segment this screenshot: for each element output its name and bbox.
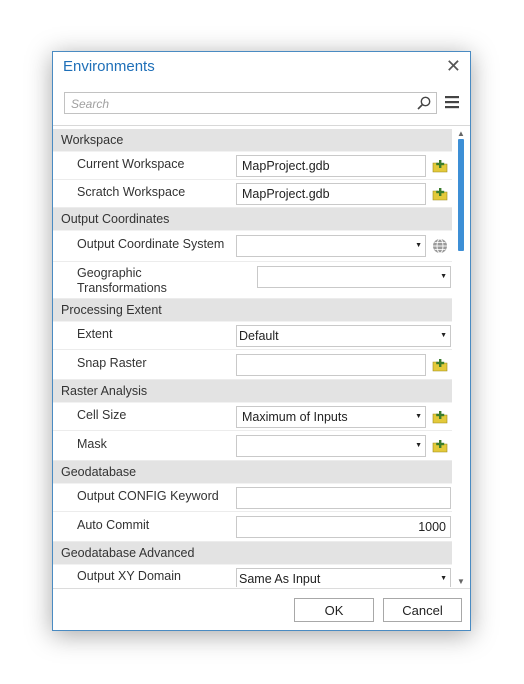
extent-dropdown[interactable]: Default ▼ bbox=[236, 325, 451, 347]
xy-domain-label: Output XY Domain bbox=[77, 569, 181, 583]
xy-domain-dropdown[interactable]: Same As Input ▼ bbox=[236, 568, 451, 587]
ok-button[interactable]: OK bbox=[294, 598, 374, 622]
current-workspace-field[interactable]: MapProject.gdb bbox=[236, 155, 426, 177]
row-extent: Extent Default ▼ bbox=[53, 322, 452, 350]
close-icon[interactable]: ✕ bbox=[446, 57, 461, 75]
snap-raster-label: Snap Raster bbox=[77, 356, 147, 370]
cell-size-value: Maximum of Inputs bbox=[242, 410, 348, 424]
row-scratch-workspace: Scratch Workspace MapProject.gdb bbox=[53, 180, 452, 208]
coordinate-system-dropdown[interactable]: ▼ bbox=[236, 235, 426, 257]
config-keyword-label: Output CONFIG Keyword bbox=[77, 489, 219, 503]
menu-icon[interactable] bbox=[445, 95, 459, 109]
row-mask: Mask ▼ bbox=[53, 431, 452, 461]
scratch-workspace-field[interactable]: MapProject.gdb bbox=[236, 183, 426, 205]
search-input[interactable] bbox=[69, 95, 413, 113]
config-keyword-field[interactable] bbox=[236, 487, 451, 509]
search-box bbox=[64, 92, 437, 114]
auto-commit-label: Auto Commit bbox=[77, 518, 150, 532]
globe-icon[interactable] bbox=[432, 238, 448, 254]
chevron-down-icon: ▼ bbox=[440, 273, 447, 280]
footer-divider bbox=[53, 588, 470, 589]
cell-size-dropdown[interactable]: Maximum of Inputs ▼ bbox=[236, 406, 426, 428]
geo-transformations-label-line1: Geographic bbox=[77, 266, 142, 280]
row-auto-commit: Auto Commit 1000 bbox=[53, 512, 452, 542]
cancel-button[interactable]: Cancel bbox=[383, 598, 462, 622]
divider bbox=[53, 125, 470, 126]
coordinate-system-label: Output Coordinate System bbox=[77, 237, 225, 251]
auto-commit-field[interactable]: 1000 bbox=[236, 516, 451, 538]
current-workspace-label: Current Workspace bbox=[77, 157, 185, 171]
scroll-up-icon[interactable]: ▲ bbox=[457, 129, 465, 138]
xy-domain-value: Same As Input bbox=[239, 572, 321, 586]
section-output-coordinates[interactable]: Output Coordinates bbox=[53, 208, 452, 231]
extent-value: Default bbox=[239, 329, 279, 343]
extent-label: Extent bbox=[77, 327, 113, 341]
scroll-down-icon[interactable]: ▼ bbox=[457, 577, 465, 586]
snap-raster-field[interactable] bbox=[236, 354, 426, 376]
mask-label: Mask bbox=[77, 437, 107, 451]
scrollbar-thumb[interactable] bbox=[458, 139, 464, 251]
row-xy-domain: Output XY Domain Same As Input ▼ bbox=[53, 565, 452, 587]
scrollbar[interactable]: ▲ ▼ bbox=[454, 129, 468, 587]
row-geographic-transformations: Geographic Transformations ▼ bbox=[53, 262, 452, 299]
row-current-workspace: Current Workspace MapProject.gdb bbox=[53, 152, 452, 180]
environments-dialog: Environments ✕ Workspace Current Workspa… bbox=[52, 51, 471, 631]
browse-folder-icon[interactable] bbox=[432, 357, 448, 373]
section-workspace[interactable]: Workspace bbox=[53, 129, 452, 152]
row-cell-size: Cell Size Maximum of Inputs ▼ bbox=[53, 403, 452, 431]
row-snap-raster: Snap Raster bbox=[53, 350, 452, 380]
scratch-workspace-label: Scratch Workspace bbox=[77, 185, 186, 199]
section-geodatabase[interactable]: Geodatabase bbox=[53, 461, 452, 484]
section-processing-extent[interactable]: Processing Extent bbox=[53, 299, 452, 322]
chevron-down-icon: ▼ bbox=[440, 575, 447, 582]
geo-transformations-dropdown[interactable]: ▼ bbox=[257, 266, 451, 288]
row-config-keyword: Output CONFIG Keyword bbox=[53, 484, 452, 512]
chevron-down-icon: ▼ bbox=[415, 442, 422, 449]
section-raster-analysis[interactable]: Raster Analysis bbox=[53, 380, 452, 403]
chevron-down-icon: ▼ bbox=[440, 332, 447, 339]
cell-size-label: Cell Size bbox=[77, 408, 127, 422]
mask-dropdown[interactable]: ▼ bbox=[236, 435, 426, 457]
search-icon[interactable] bbox=[416, 95, 432, 111]
geo-transformations-label-line2: Transformations bbox=[77, 281, 167, 295]
browse-folder-icon[interactable] bbox=[432, 409, 448, 425]
environment-list: Workspace Current Workspace MapProject.g… bbox=[53, 129, 452, 587]
section-geodatabase-advanced[interactable]: Geodatabase Advanced bbox=[53, 542, 452, 565]
browse-folder-icon[interactable] bbox=[432, 158, 448, 174]
dialog-title: Environments bbox=[63, 58, 155, 75]
browse-folder-icon[interactable] bbox=[432, 438, 448, 454]
chevron-down-icon: ▼ bbox=[415, 242, 422, 249]
browse-folder-icon[interactable] bbox=[432, 186, 448, 202]
geo-transformations-label: Geographic Transformations bbox=[77, 266, 167, 296]
chevron-down-icon: ▼ bbox=[415, 413, 422, 420]
row-output-coordinate-system: Output Coordinate System ▼ bbox=[53, 231, 452, 262]
